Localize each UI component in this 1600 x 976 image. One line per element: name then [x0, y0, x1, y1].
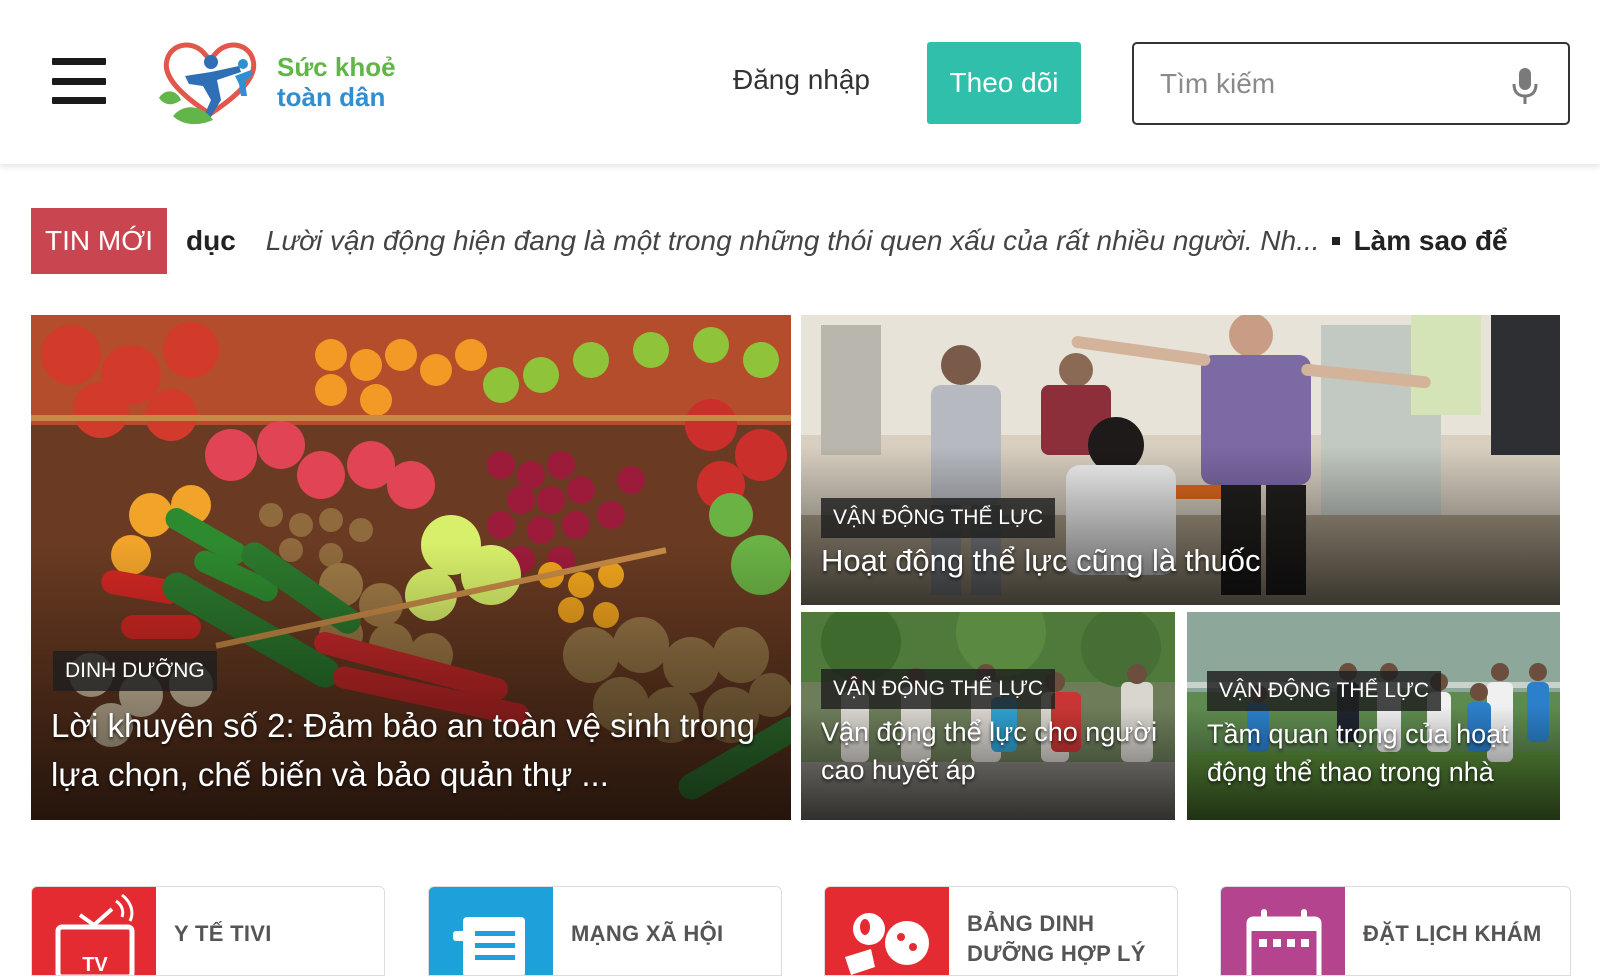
- category-badge[interactable]: VẬN ĐỘNG THỂ LỰC: [1207, 671, 1442, 711]
- ticker-item-excerpt: Lười vận động hiện đang là một trong nhữ…: [265, 225, 1320, 256]
- ticker-separator: [1331, 237, 1340, 245]
- search-input[interactable]: [1160, 64, 1500, 104]
- quick-link-label: Y TẾ TIVI: [174, 921, 272, 946]
- tin-moi-badge: TIN MỚI: [31, 208, 167, 274]
- site-header: Sức khoẻ toàn dân Đăng nhập Theo dõi: [0, 0, 1600, 164]
- brand-line-2: toàn dân: [277, 82, 386, 112]
- news-ticker: TIN MỚI dục Lười vận động hiện đang là m…: [31, 208, 1571, 274]
- quick-link-bang-dinh-duong[interactable]: BẢNG DINH DƯỠNG HỢP LÝ: [824, 886, 1178, 976]
- featured-card[interactable]: VẬN ĐỘNG THỂ LỰC Tầm quan trọng của hoạt…: [1187, 612, 1560, 820]
- calendar-icon: [1221, 887, 1345, 975]
- quick-link-label: MẠNG XÃ HỘI: [571, 921, 724, 946]
- tv-icon: TV: [32, 887, 156, 976]
- quick-link-dat-lich-kham[interactable]: ĐẶT LỊCH KHÁM: [1220, 886, 1571, 976]
- featured-title[interactable]: Tầm quan trọng của hoạt động thể thao tr…: [1207, 715, 1547, 795]
- ticker-item-title[interactable]: dục: [186, 225, 236, 257]
- featured-card[interactable]: VẬN ĐỘNG THỂ LỰC Vận động thể lực cho ng…: [801, 612, 1175, 820]
- category-badge[interactable]: VẬN ĐỘNG THỂ LỰC: [821, 498, 1056, 538]
- login-link[interactable]: Đăng nhập: [733, 64, 870, 96]
- document-icon: [429, 887, 553, 975]
- svg-text:TV: TV: [82, 954, 108, 976]
- search-box: [1132, 42, 1570, 125]
- logo-mark-icon: [159, 42, 257, 125]
- microphone-icon[interactable]: [1508, 66, 1542, 106]
- nutrition-icon: [825, 887, 949, 975]
- menu-icon[interactable]: [52, 58, 106, 104]
- site-logo[interactable]: Sức khoẻ toàn dân: [155, 36, 415, 128]
- follow-button[interactable]: Theo dõi: [927, 42, 1081, 124]
- featured-title[interactable]: Vận động thể lực cho người cao huyết áp: [821, 713, 1161, 793]
- quick-link-label: BẢNG DINH DƯỠNG HỢP LÝ: [967, 911, 1146, 966]
- featured-card-main[interactable]: DINH DƯỠNG Lời khuyên số 2: Đảm bảo an t…: [31, 315, 791, 820]
- quick-link-mang-xa-hoi[interactable]: MẠNG XÃ HỘI: [428, 886, 782, 976]
- category-badge[interactable]: DINH DƯỠNG: [53, 651, 217, 691]
- category-badge[interactable]: VẬN ĐỘNG THỂ LỰC: [821, 669, 1056, 709]
- featured-title[interactable]: Hoạt động thể lực cũng là thuốc: [821, 541, 1541, 581]
- quick-link-label: ĐẶT LỊCH KHÁM: [1363, 921, 1542, 946]
- brand-line-1: Sức khoẻ: [277, 52, 396, 82]
- quick-link-y-te-tivi[interactable]: TV Y TẾ TIVI: [31, 886, 385, 976]
- featured-title[interactable]: Lời khuyên số 2: Đảm bảo an toàn vệ sinh…: [51, 701, 771, 801]
- featured-card[interactable]: VẬN ĐỘNG THỂ LỰC Hoạt động thể lực cũng …: [801, 315, 1560, 605]
- ticker-track: dục Lười vận động hiện đang là một trong…: [186, 208, 1508, 274]
- ticker-item-title[interactable]: Làm sao để: [1354, 225, 1508, 257]
